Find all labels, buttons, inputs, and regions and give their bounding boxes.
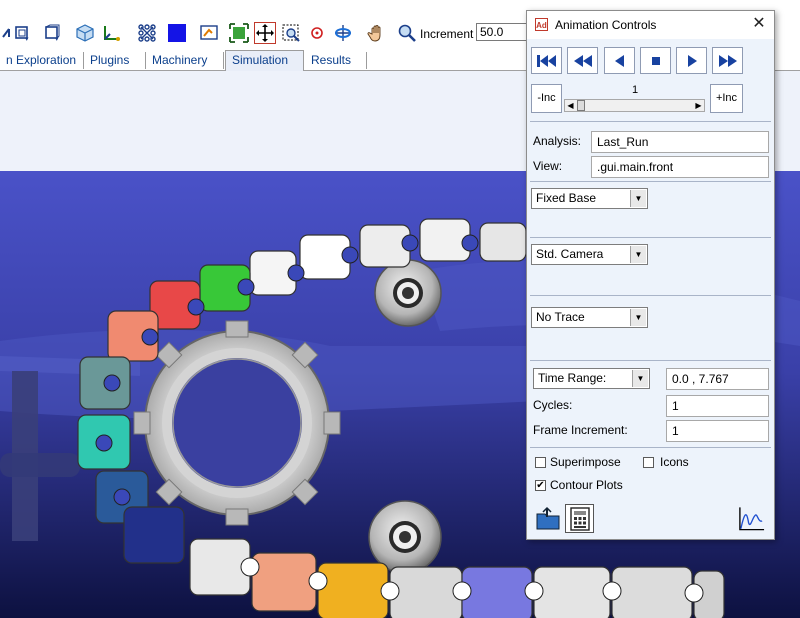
increment-label: Increment	[420, 27, 474, 41]
increment-frame-button[interactable]: +Inc	[710, 84, 743, 113]
solid-color-icon[interactable]	[166, 22, 188, 44]
cycles-field[interactable]: 1	[666, 395, 769, 417]
window-title-bar[interactable]: Ad Animation Controls ✕	[527, 11, 774, 39]
tab-machinery[interactable]: Machinery	[146, 52, 224, 69]
contour-plots-checkbox[interactable]: ✔	[535, 480, 546, 491]
tab-plugins[interactable]: Plugins	[84, 52, 146, 69]
zoom-icon[interactable]	[396, 22, 418, 44]
time-range-field[interactable]: 0.0 , 7.767	[666, 368, 769, 390]
fit-selection-icon[interactable]	[254, 22, 276, 44]
fast-forward-icon	[718, 54, 737, 67]
window-title: Animation Controls	[555, 18, 657, 32]
view-field[interactable]: .gui.main.front	[591, 156, 769, 178]
svg-text:▾: ▾	[25, 36, 29, 43]
skip-start-icon	[536, 54, 556, 67]
frame-increment-field[interactable]: 1	[666, 420, 769, 442]
separator	[530, 447, 771, 448]
play-backward-icon	[614, 54, 624, 67]
separator	[530, 237, 771, 238]
svg-text:▾: ▾	[55, 36, 59, 43]
chevron-down-icon[interactable]: ▼	[630, 246, 646, 263]
current-frame-number: 1	[632, 84, 639, 96]
animation-controls-window[interactable]: Ad Animation Controls ✕ -Inc 1 ◀ ▶ +Inc …	[526, 10, 775, 540]
separator	[530, 360, 771, 361]
frame-slider[interactable]: ◀ ▶	[564, 99, 705, 112]
front-view-icon[interactable]: ▾	[12, 22, 34, 44]
stop-button[interactable]	[640, 47, 671, 74]
render-icon[interactable]	[198, 22, 220, 44]
target-icon[interactable]	[306, 22, 328, 44]
icons-label: Icons	[660, 455, 689, 469]
superimpose-label: Superimpose	[550, 455, 621, 469]
decrement-frame-button[interactable]: -Inc	[531, 84, 562, 113]
play-forward-icon	[687, 54, 697, 67]
tab-simulation[interactable]: Simulation	[225, 50, 304, 71]
app-logo: Ad	[535, 18, 548, 31]
mesh-icon[interactable]	[136, 22, 158, 44]
open-folder-button[interactable]	[533, 504, 562, 533]
time-mode-dropdown[interactable]: Time Range: ▼	[533, 368, 650, 389]
plot-button[interactable]	[737, 504, 766, 533]
base-dropdown-value: Fixed Base	[536, 191, 597, 205]
chevron-down-icon[interactable]: ▼	[630, 309, 646, 326]
trace-dropdown[interactable]: No Trace ▼	[531, 307, 648, 328]
fast-rewind-icon	[573, 54, 592, 67]
slider-thumb[interactable]	[577, 100, 585, 111]
close-button[interactable]: ✕	[749, 14, 769, 34]
base-dropdown[interactable]: Fixed Base ▼	[531, 188, 648, 209]
superimpose-checkbox[interactable]	[535, 457, 546, 468]
analysis-label: Analysis:	[533, 134, 582, 148]
tab-results[interactable]: Results	[305, 52, 367, 69]
contour-plots-label: Contour Plots	[550, 478, 623, 492]
stop-icon	[651, 56, 660, 65]
separator	[530, 295, 771, 296]
axes-icon[interactable]	[100, 22, 122, 44]
cycles-label: Cycles:	[533, 398, 573, 412]
lower-pulley	[368, 500, 442, 574]
pan-hand-icon[interactable]	[366, 22, 388, 44]
chevron-down-icon[interactable]: ▼	[630, 190, 646, 207]
calculator-button[interactable]	[565, 504, 594, 533]
analysis-field[interactable]: Last_Run	[591, 131, 769, 153]
icons-checkbox[interactable]	[643, 457, 654, 468]
open-folder-icon	[536, 506, 559, 529]
camera-dropdown[interactable]: Std. Camera ▼	[531, 244, 648, 265]
view-label: View:	[533, 159, 563, 173]
frame-increment-label: Frame Increment:	[533, 423, 628, 437]
side-view-icon[interactable]: ▾	[42, 22, 64, 44]
separator	[530, 121, 771, 122]
rewind-to-start-button[interactable]	[531, 47, 562, 74]
slider-right-arrow-icon[interactable]: ▶	[693, 100, 704, 111]
sprocket-gear	[133, 320, 341, 526]
plot-chart-icon	[739, 506, 765, 530]
fast-rewind-button[interactable]	[567, 47, 598, 74]
fit-all-icon[interactable]	[228, 22, 250, 44]
slider-left-arrow-icon[interactable]: ◀	[565, 100, 576, 111]
upper-pulley	[374, 259, 442, 327]
camera-dropdown-value: Std. Camera	[536, 247, 604, 261]
calculator-icon	[569, 506, 590, 531]
play-forward-button[interactable]	[676, 47, 707, 74]
tab-exploration[interactable]: n Exploration	[0, 52, 84, 69]
trace-dropdown-value: No Trace	[536, 310, 585, 324]
fast-forward-button[interactable]	[712, 47, 743, 74]
separator	[530, 181, 771, 182]
rotate-icon[interactable]	[332, 22, 354, 44]
time-mode-dropdown-value: Time Range:	[538, 371, 607, 385]
cube-view-icon[interactable]	[74, 22, 96, 44]
zoom-box-icon[interactable]	[280, 22, 302, 44]
chevron-down-icon[interactable]: ▼	[632, 370, 648, 387]
play-backward-button[interactable]	[604, 47, 635, 74]
